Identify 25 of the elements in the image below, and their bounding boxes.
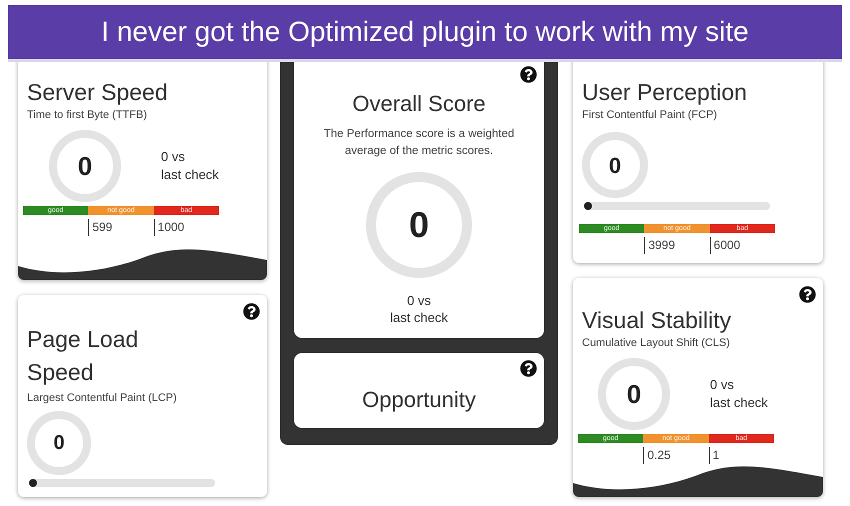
card-description: The Performance score is a weighted average of the metric scores. [322, 127, 516, 159]
card-subtitle: Largest Contentful Paint (LCP) [27, 391, 178, 405]
score-gauge: 0 [366, 172, 472, 278]
comparison-text: 0 vs [710, 376, 735, 394]
card-title: User Perception [582, 78, 748, 106]
card-title: Server Speed [27, 78, 169, 106]
card-title: Overall Score [352, 90, 486, 118]
card-title: Visual Stability [582, 306, 732, 334]
comparison-text: last check [161, 166, 219, 184]
card-subtitle: Cumulative Layout Shift (CLS) [582, 336, 731, 350]
card-subtitle: First Contentful Paint (FCP) [582, 108, 718, 122]
card-title: Page Load [27, 325, 140, 354]
comparison-text: 0 vs [161, 148, 186, 166]
opportunity-card[interactable]: Opportunity [294, 353, 544, 428]
comparison-text: 0 vs [407, 292, 431, 309]
banner-text: I never got the Optimized plugin to work with my site [101, 15, 749, 49]
help-icon[interactable] [799, 286, 816, 303]
card-subtitle: Time to first Byte (TTFB) [27, 108, 148, 122]
comparison-text: last check [390, 309, 448, 326]
card-title: Opportunity [362, 386, 476, 414]
card-title: Speed [27, 358, 95, 387]
help-icon[interactable] [520, 360, 537, 377]
help-icon[interactable] [520, 66, 537, 83]
comparison-text: last check [710, 394, 768, 412]
help-icon[interactable] [243, 303, 260, 320]
